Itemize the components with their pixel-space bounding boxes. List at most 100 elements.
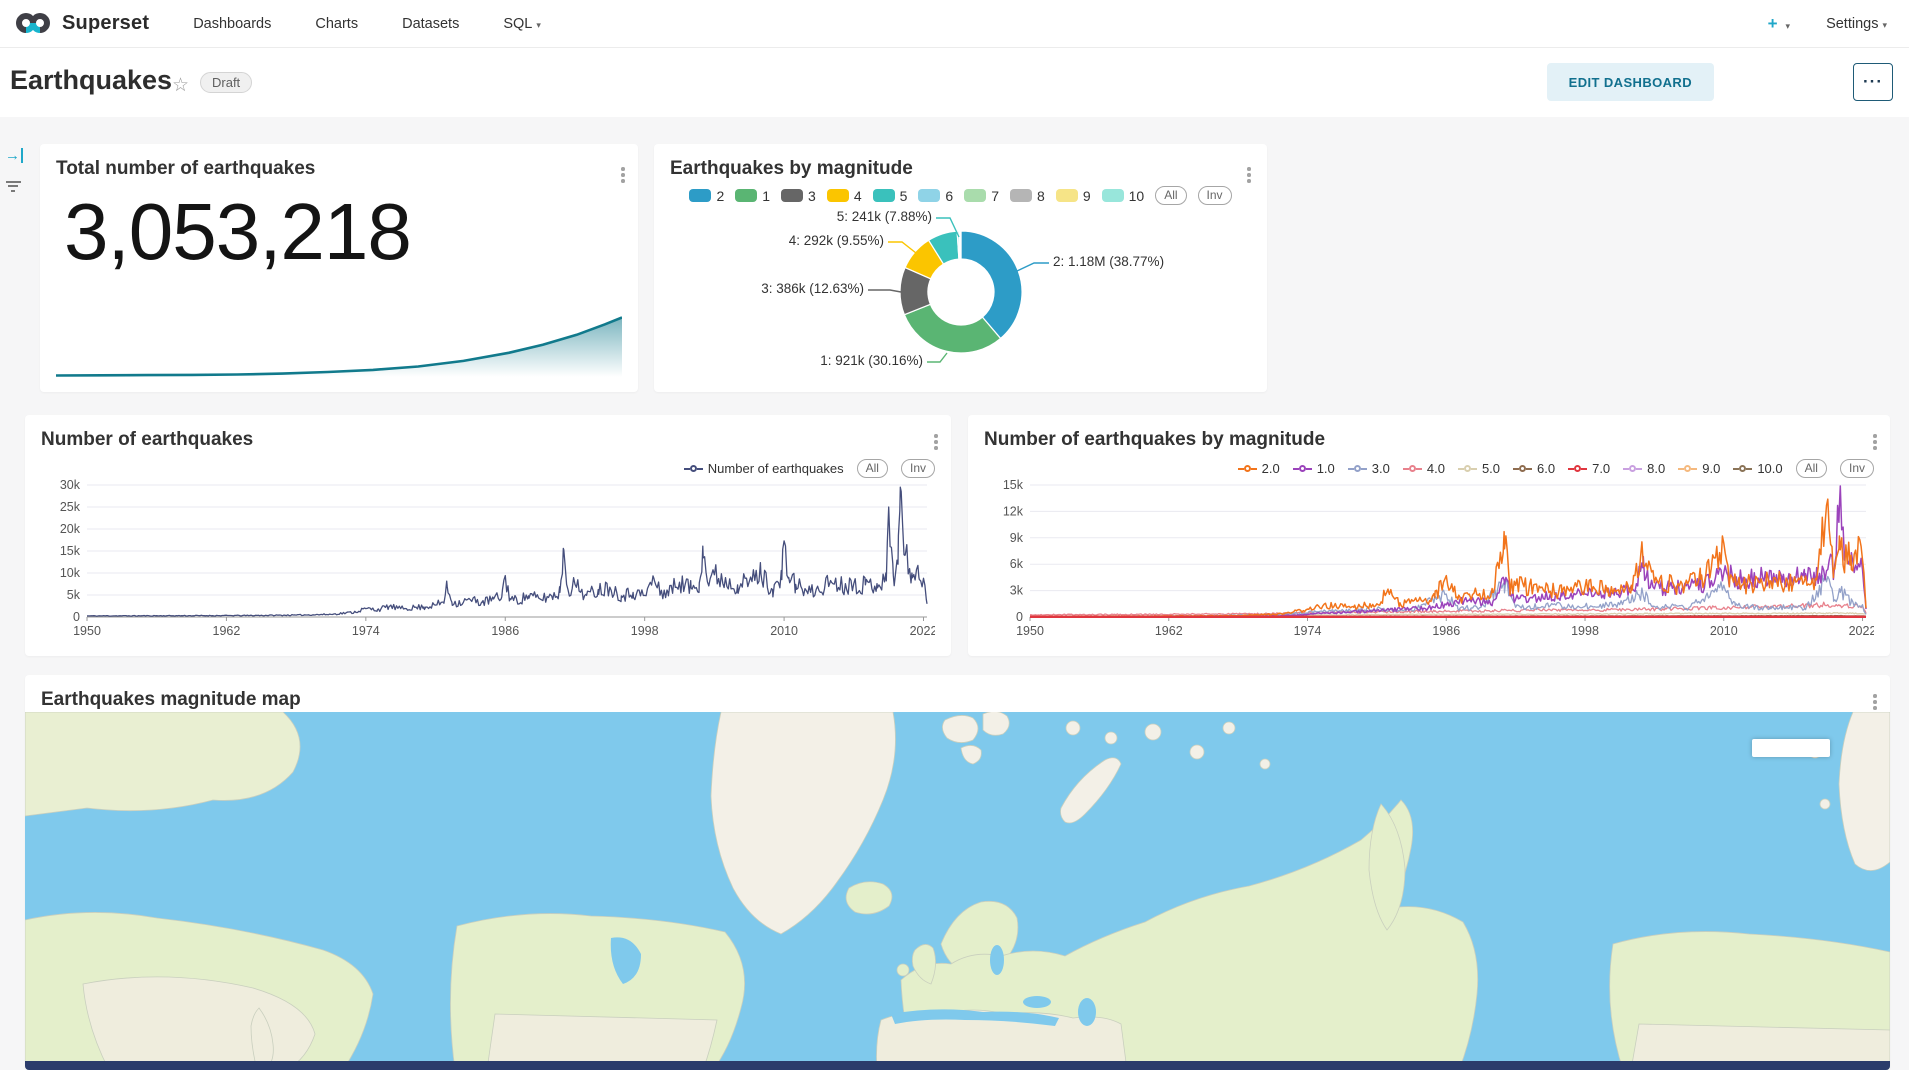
settings-menu[interactable]: Settings▾	[1826, 16, 1887, 32]
legend-item-9.0[interactable]: 9.0	[1678, 461, 1720, 476]
svg-text:20k: 20k	[60, 522, 81, 536]
line-series-icon	[1568, 465, 1587, 472]
svg-text:0: 0	[73, 610, 80, 624]
legend-item-7.0[interactable]: 7.0	[1568, 461, 1610, 476]
donut-callout-1: 1: 921k (30.16%)	[820, 353, 923, 368]
line-series-icon	[1733, 465, 1752, 472]
new-item-button[interactable]: + ▾	[1768, 14, 1791, 34]
svg-text:2022: 2022	[1849, 624, 1874, 638]
legend-item-8.0[interactable]: 8.0	[1623, 461, 1665, 476]
filter-icon[interactable]	[5, 178, 21, 194]
top-navbar: Superset Dashboards Charts Datasets SQL▾…	[0, 0, 1909, 48]
dashboard-options-button[interactable]: ···	[1853, 63, 1893, 101]
svg-text:2022: 2022	[910, 624, 935, 638]
svg-text:25k: 25k	[60, 500, 81, 514]
superset-logo[interactable]: Superset	[16, 12, 149, 35]
chevron-down-icon: ▾	[1786, 21, 1791, 31]
chart-title: Number of earthquakes by magnitude	[984, 429, 1325, 451]
donut-callout-5: 5: 241k (7.88%)	[837, 209, 932, 224]
svg-text:15k: 15k	[60, 544, 81, 558]
world-map[interactable]	[25, 712, 1890, 1070]
nav-dashboards[interactable]: Dashboards	[193, 16, 271, 32]
line-series-icon	[1238, 465, 1257, 472]
map-legend	[1752, 739, 1830, 757]
card-number-of-earthquakes: Number of earthquakes Number of earthqua…	[25, 415, 951, 656]
svg-text:2010: 2010	[770, 624, 798, 638]
svg-text:1998: 1998	[1571, 624, 1599, 638]
edit-dashboard-button[interactable]: EDIT DASHBOARD	[1547, 63, 1714, 101]
brand-name: Superset	[62, 12, 149, 35]
svg-text:15k: 15k	[1003, 478, 1024, 492]
card-earthquakes-by-magnitude: Earthquakes by magnitude 21345678910AllI…	[654, 144, 1267, 392]
chart-options-menu[interactable]	[929, 431, 943, 453]
superset-logo-icon	[16, 13, 54, 35]
donut-chart	[654, 144, 1267, 392]
svg-text:12k: 12k	[1003, 504, 1024, 518]
svg-text:1986: 1986	[1432, 624, 1460, 638]
chart-options-menu[interactable]	[1868, 691, 1882, 713]
legend-item-1.0[interactable]: 1.0	[1293, 461, 1335, 476]
legend-all-button[interactable]: All	[1796, 459, 1827, 478]
next-row-peek	[25, 1061, 1890, 1070]
line-series-icon	[1348, 465, 1367, 472]
svg-text:2010: 2010	[1710, 624, 1738, 638]
legend-inv-button[interactable]: Inv	[1840, 459, 1874, 478]
svg-text:1950: 1950	[1016, 624, 1044, 638]
draft-badge: Draft	[200, 72, 252, 93]
svg-text:1962: 1962	[1155, 624, 1183, 638]
line-series-icon	[1458, 465, 1477, 472]
svg-text:5k: 5k	[67, 588, 81, 602]
svg-text:1962: 1962	[213, 624, 241, 638]
chart-options-menu[interactable]	[616, 164, 630, 186]
sparkline-area-chart	[56, 308, 622, 380]
legend-item-2.0[interactable]: 2.0	[1238, 461, 1280, 476]
line-chart: 0 5k 10k 15k 20k 25k 30k 1950 1962 1974 1986 1998 20…	[41, 477, 935, 649]
legend-all-button[interactable]: All	[857, 459, 888, 478]
chart-options-menu[interactable]	[1868, 431, 1882, 453]
line-chart: 03k6k9k12k15k195019621974198619982010202…	[984, 477, 1874, 649]
legend-item-3.0[interactable]: 3.0	[1348, 461, 1390, 476]
legend-inv-button[interactable]: Inv	[901, 459, 935, 478]
chevron-down-icon: ▾	[536, 20, 541, 30]
svg-text:10k: 10k	[60, 566, 81, 580]
line-series-icon	[1403, 465, 1422, 472]
legend-item-4.0[interactable]: 4.0	[1403, 461, 1445, 476]
line-series-icon	[1623, 465, 1642, 472]
line-series-icon	[1678, 465, 1697, 472]
svg-text:6k: 6k	[1010, 557, 1024, 571]
legend-item-10.0[interactable]: 10.0	[1733, 461, 1782, 476]
chart-title: Number of earthquakes	[41, 429, 253, 451]
svg-text:1974: 1974	[352, 624, 380, 638]
svg-text:1998: 1998	[631, 624, 659, 638]
line-series-icon	[684, 465, 703, 472]
legend-item-number-of-earthquakes[interactable]: Number of earthquakes	[684, 461, 844, 476]
nav-datasets[interactable]: Datasets	[402, 16, 459, 32]
nav-charts[interactable]: Charts	[315, 16, 358, 32]
line-chart-legend: 2.0 1.0 3.0 4.0 5.0 6.0 7.0 8.0 9.0 10.0…	[1238, 459, 1874, 478]
big-number-value: 3,053,218	[64, 186, 411, 278]
svg-text:1986: 1986	[491, 624, 519, 638]
plus-icon: +	[1768, 14, 1778, 33]
legend-item-6.0[interactable]: 6.0	[1513, 461, 1555, 476]
legend-item-5.0[interactable]: 5.0	[1458, 461, 1500, 476]
donut-callout-3: 3: 386k (12.63%)	[761, 281, 864, 296]
line-series-icon	[1513, 465, 1532, 472]
dashboard-header: Earthquakes ☆ Draft EDIT DASHBOARD ···	[0, 48, 1909, 117]
nav-sql[interactable]: SQL▾	[503, 16, 541, 32]
card-total-earthquakes: Total number of earthquakes 3,053,218	[40, 144, 638, 392]
favorite-star-icon[interactable]: ☆	[172, 74, 189, 97]
line-chart-legend: Number of earthquakes All Inv	[684, 459, 935, 478]
page-title: Earthquakes	[10, 65, 172, 96]
expand-filter-panel-icon[interactable]: →	[5, 148, 23, 163]
line-series-icon	[1293, 465, 1312, 472]
svg-text:30k: 30k	[60, 478, 81, 492]
card-earthquakes-by-magnitude-series: Number of earthquakes by magnitude 2.0 1…	[968, 415, 1890, 656]
chevron-down-icon: ▾	[1882, 20, 1887, 30]
chart-title: Total number of earthquakes	[56, 158, 315, 180]
card-magnitude-map: Earthquakes magnitude map	[25, 675, 1890, 1070]
svg-text:3k: 3k	[1010, 584, 1024, 598]
donut-callout-4: 4: 292k (9.55%)	[789, 233, 884, 248]
svg-text:1950: 1950	[73, 624, 101, 638]
chart-title: Earthquakes magnitude map	[41, 689, 301, 711]
svg-text:9k: 9k	[1010, 531, 1024, 545]
